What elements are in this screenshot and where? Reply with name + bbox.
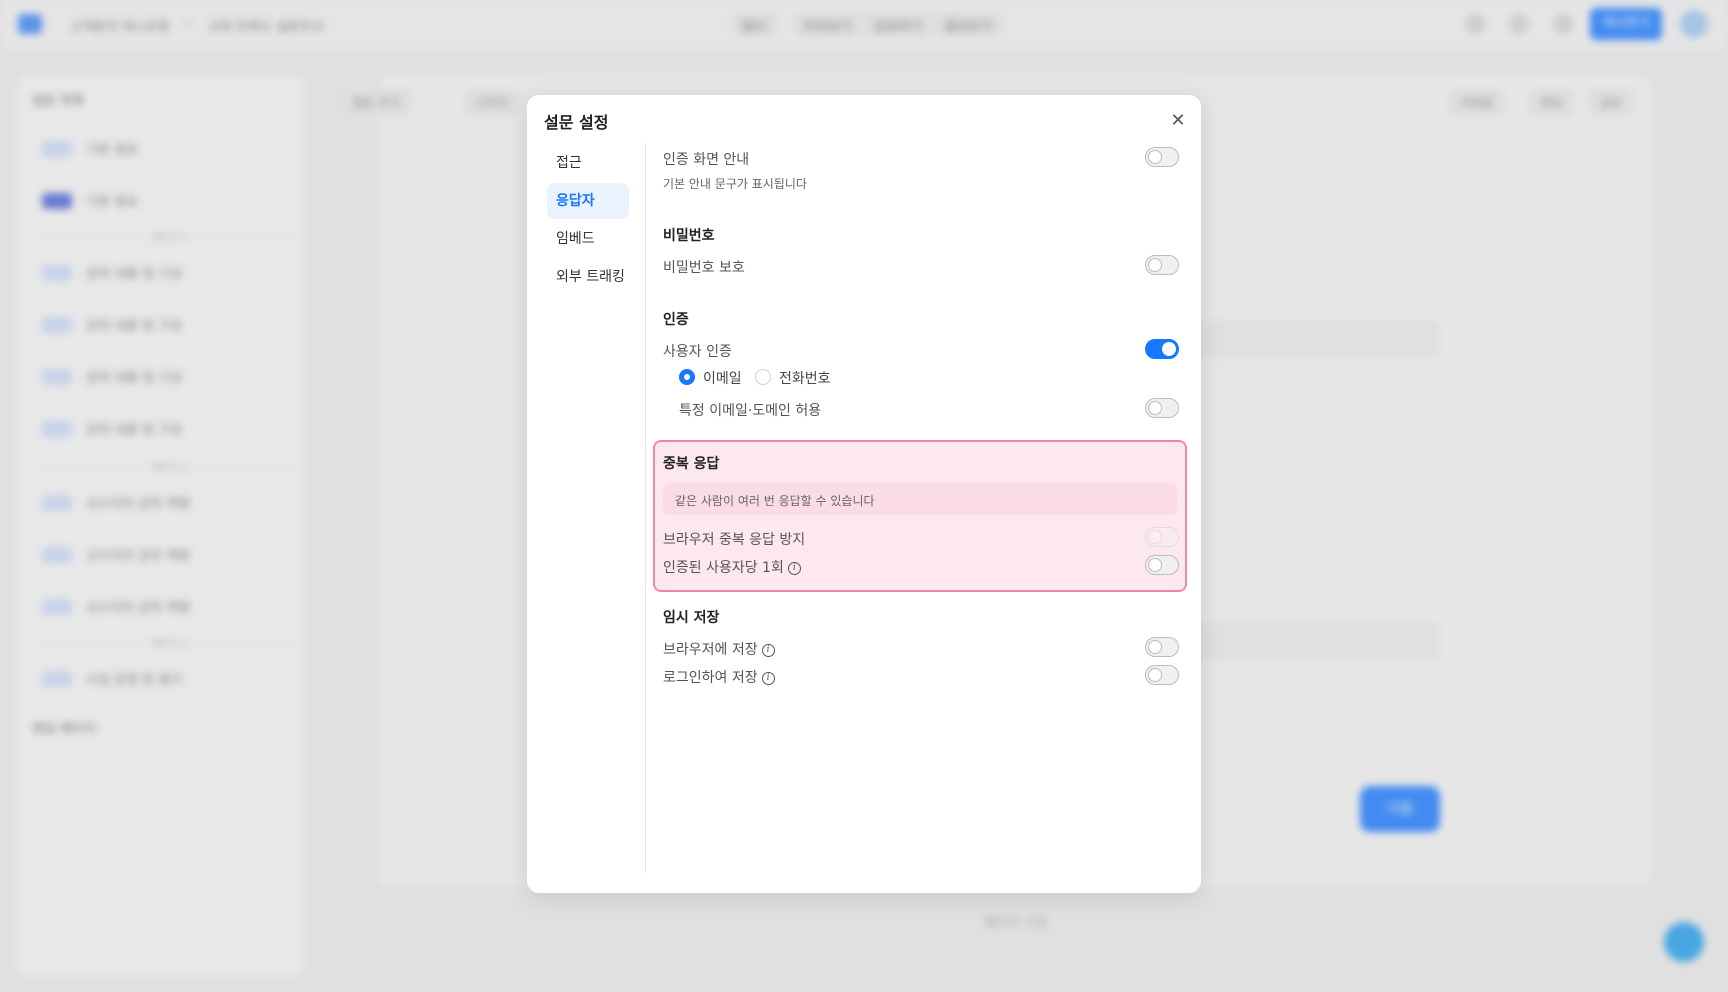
browser-save-label: 브라우저에 저장 [663,642,758,658]
close-icon[interactable]: ✕ [1167,109,1189,131]
per-user-once-row: 인증된 사용자당 1회 i [663,557,801,577]
survey-settings-modal: 설문 설정 ✕ 접근 응답자 임베드 외부 트래킹 인증 화면 안내 기본 안내… [527,95,1201,893]
info-icon[interactable]: i [787,561,801,575]
browser-save-row: 브라우저에 저장 i [663,639,775,659]
settings-nav: 접근 응답자 임베드 외부 트래킹 [547,145,635,297]
password-label: 비밀번호 보호 [663,260,745,276]
nav-divider [645,143,646,873]
duplicate-section-title: 중복 응답 [663,456,720,472]
nav-respondents[interactable]: 응답자 [547,183,629,219]
login-save-label: 로그인하여 저장 [663,670,758,686]
browser-duplicate-toggle[interactable] [1145,527,1179,547]
browser-save-toggle[interactable] [1145,637,1179,657]
browser-duplicate-label: 브라우저 중복 응답 방지 [663,532,806,548]
duplicate-notice: 같은 사람이 여러 번 응답할 수 있습니다 [663,483,1177,515]
auth-screen-label: 인증 화면 안내 [663,152,750,168]
info-icon[interactable]: i [761,643,775,657]
per-user-once-label: 인증된 사용자당 1회 [663,560,784,576]
login-save-row: 로그인하여 저장 i [663,667,775,687]
user-auth-label: 사용자 인증 [663,344,732,360]
radio-email[interactable] [679,369,695,385]
user-auth-toggle[interactable] [1145,339,1179,359]
auth-screen-toggle[interactable] [1145,147,1179,167]
nav-external-tracking[interactable]: 외부 트래킹 [547,259,629,295]
auth-screen-desc: 기본 안내 문구가 표시됩니다 [663,177,807,191]
radio-phone-label[interactable]: 전화번호 [779,368,831,388]
domain-allow-label: 특정 이메일·도메인 허용 [679,403,822,419]
login-save-toggle[interactable] [1145,665,1179,685]
duplicate-notice-text: 같은 사람이 여러 번 응답할 수 있습니다 [675,494,875,508]
nav-embed[interactable]: 임베드 [547,221,629,257]
password-section-title: 비밀번호 [663,228,715,244]
auth-section-title: 인증 [663,312,689,328]
radio-email-label[interactable]: 이메일 [703,368,742,388]
domain-allow-toggle[interactable] [1145,398,1179,418]
nav-access[interactable]: 접근 [547,145,629,181]
temp-save-section-title: 임시 저장 [663,610,720,626]
password-toggle[interactable] [1145,255,1179,275]
modal-title: 설문 설정 [544,113,609,132]
per-user-once-toggle[interactable] [1145,555,1179,575]
info-icon[interactable]: i [761,671,775,685]
radio-phone[interactable] [755,369,771,385]
